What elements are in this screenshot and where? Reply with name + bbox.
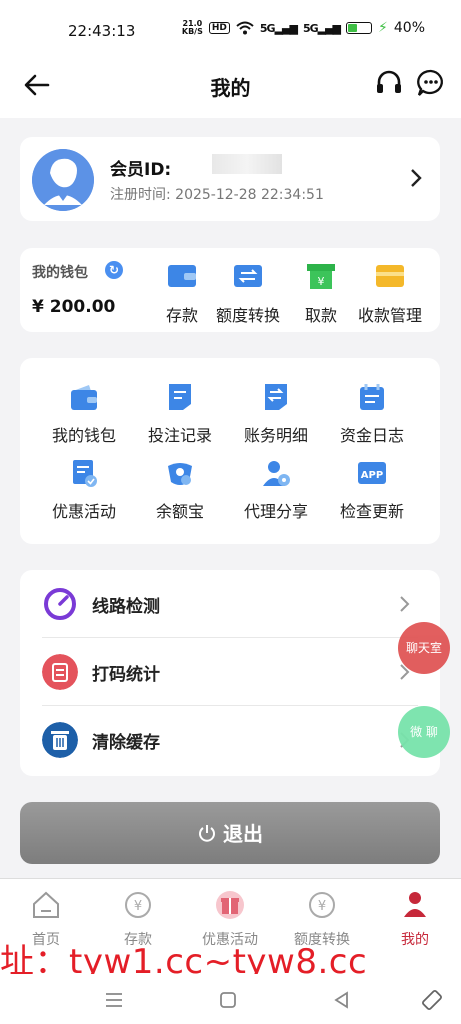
signal-icon-1: 5G▂▄▆: [259, 21, 298, 35]
app-update-icon: APP: [358, 462, 386, 484]
withdraw-label: 取款: [305, 306, 338, 325]
user-icon: [404, 892, 426, 917]
grid-item-promotions[interactable]: 优惠活动: [34, 458, 134, 522]
logout-button[interactable]: 退出: [20, 802, 440, 864]
transfer-icon: [234, 265, 262, 287]
chat-room-float-button[interactable]: 聊天室: [398, 622, 450, 674]
net-speed: 21.0 KB/S: [181, 19, 203, 36]
grid-label: 我的钱包: [51, 426, 116, 445]
grid-label: 账务明细: [243, 426, 308, 445]
wallet-card: 我的钱包 ↻ ¥ 200.00 存款 额度转换 ¥ 取款 收款管理: [20, 248, 440, 332]
deposit-icon: [168, 265, 196, 287]
headset-icon[interactable]: [374, 68, 404, 98]
list-label: 清除缓存: [92, 733, 160, 753]
wallet-balance: ¥ 200.00: [32, 297, 116, 317]
grid-label: 检查更新: [339, 502, 404, 521]
transfer-button[interactable]: 额度转换: [216, 262, 280, 326]
battery-percent: 40%: [393, 20, 425, 36]
grid-item-yuebao[interactable]: 余额宝: [130, 458, 230, 522]
exchange-document-icon: [265, 384, 287, 410]
status-icons: 21.0 KB/S HD 5G▂▄▆ 5G▂▄▆ ⚡ 40%: [181, 19, 425, 37]
power-icon: [199, 825, 215, 842]
deposit-label: 存款: [166, 306, 199, 325]
promo-document-icon: [73, 460, 97, 487]
settings-list: 线路检测 打码统计 清除缓存: [20, 570, 440, 776]
battery-icon: [346, 22, 373, 34]
user-share-icon: [263, 461, 290, 486]
charging-icon: ⚡: [378, 20, 388, 36]
card-icon: [376, 265, 404, 287]
grid-label: 余额宝: [155, 502, 204, 521]
home-square-icon[interactable]: [216, 988, 240, 1012]
home-icon: [33, 891, 59, 918]
svg-text:¥: ¥: [318, 899, 326, 914]
menu-icon[interactable]: [102, 988, 126, 1012]
calendar-icon: [360, 384, 384, 410]
svg-text:¥: ¥: [134, 899, 142, 914]
list-label: 打码统计: [92, 665, 160, 685]
system-nav-bar: [0, 978, 461, 1024]
receive-manage-label: 收款管理: [358, 306, 423, 325]
withdraw-icon: ¥: [307, 264, 335, 289]
back-triangle-icon[interactable]: [330, 988, 354, 1012]
list-item-wager-stats[interactable]: 打码统计: [20, 638, 440, 706]
receive-manage-button[interactable]: 收款管理: [358, 262, 422, 326]
hd-icon: HD: [208, 22, 230, 34]
grid-item-account-detail[interactable]: 账务明细: [226, 382, 326, 446]
member-id-label: 会员ID:: [110, 160, 172, 180]
trash-icon: [42, 722, 78, 758]
money-bag-icon: [168, 463, 192, 485]
gift-icon: [216, 891, 244, 919]
function-grid: 我的钱包 投注记录 账务明细 资金日志 优惠活动 余额宝 代理分享 APP 检查…: [20, 358, 440, 544]
wifi-icon: [236, 21, 254, 35]
status-bar: 22:43:13 21.0 KB/S HD 5G▂▄▆ 5G▂▄▆ ⚡ 40%: [0, 0, 461, 60]
list-item-route-check[interactable]: 线路检测: [20, 570, 440, 638]
profile-card[interactable]: 会员ID: 注册时间: 2025-12-28 22:34:51: [20, 137, 440, 221]
wechat-float-button[interactable]: 微 聊: [398, 706, 450, 758]
grid-item-agent-share[interactable]: 代理分享: [226, 458, 326, 522]
grid-item-fund-log[interactable]: 资金日志: [322, 382, 422, 446]
grid-item-bet-record[interactable]: 投注记录: [130, 382, 230, 446]
status-time: 22:43:13: [68, 22, 136, 40]
document-icon: [169, 384, 191, 410]
member-id-redacted: [212, 154, 282, 174]
speedometer-icon: [44, 588, 76, 620]
chevron-right-icon: [400, 596, 410, 612]
list-item-clear-cache[interactable]: 清除缓存: [20, 706, 440, 774]
wallet-label: 我的钱包: [32, 265, 88, 281]
grid-label: 投注记录: [147, 426, 212, 445]
grid-label: 资金日志: [339, 426, 404, 445]
svg-text:APP: APP: [361, 470, 383, 481]
deposit-button[interactable]: 存款: [166, 262, 198, 326]
list-label: 线路检测: [92, 597, 160, 617]
withdraw-button[interactable]: ¥ 取款: [305, 262, 337, 326]
avatar: [32, 149, 94, 211]
transfer-label: 额度转换: [216, 306, 281, 325]
rotate-icon[interactable]: [420, 988, 444, 1012]
logout-label: 退出: [223, 822, 263, 846]
watermark-text: 址：tyw1.cc~tyw8.cc: [0, 942, 368, 974]
signal-icon-2: 5G▂▄▆: [302, 21, 341, 35]
grid-label: 优惠活动: [51, 502, 116, 521]
nav-bar: 我的: [0, 60, 461, 118]
grid-item-wallet[interactable]: 我的钱包: [34, 382, 134, 446]
wallet-icon: [71, 385, 97, 410]
chevron-right-icon: [411, 169, 422, 187]
register-time: 注册时间: 2025-12-28 22:34:51: [110, 187, 324, 203]
chat-bubble-icon[interactable]: [416, 68, 446, 98]
yen-coin-icon: ¥: [125, 892, 151, 918]
yen-coin-icon: ¥: [309, 892, 335, 918]
refresh-icon[interactable]: ↻: [105, 261, 123, 279]
grid-label: 代理分享: [243, 502, 308, 521]
calendar-stats-icon: [42, 654, 78, 690]
grid-item-check-update[interactable]: APP 检查更新: [322, 458, 422, 522]
svg-text:¥: ¥: [318, 275, 325, 288]
